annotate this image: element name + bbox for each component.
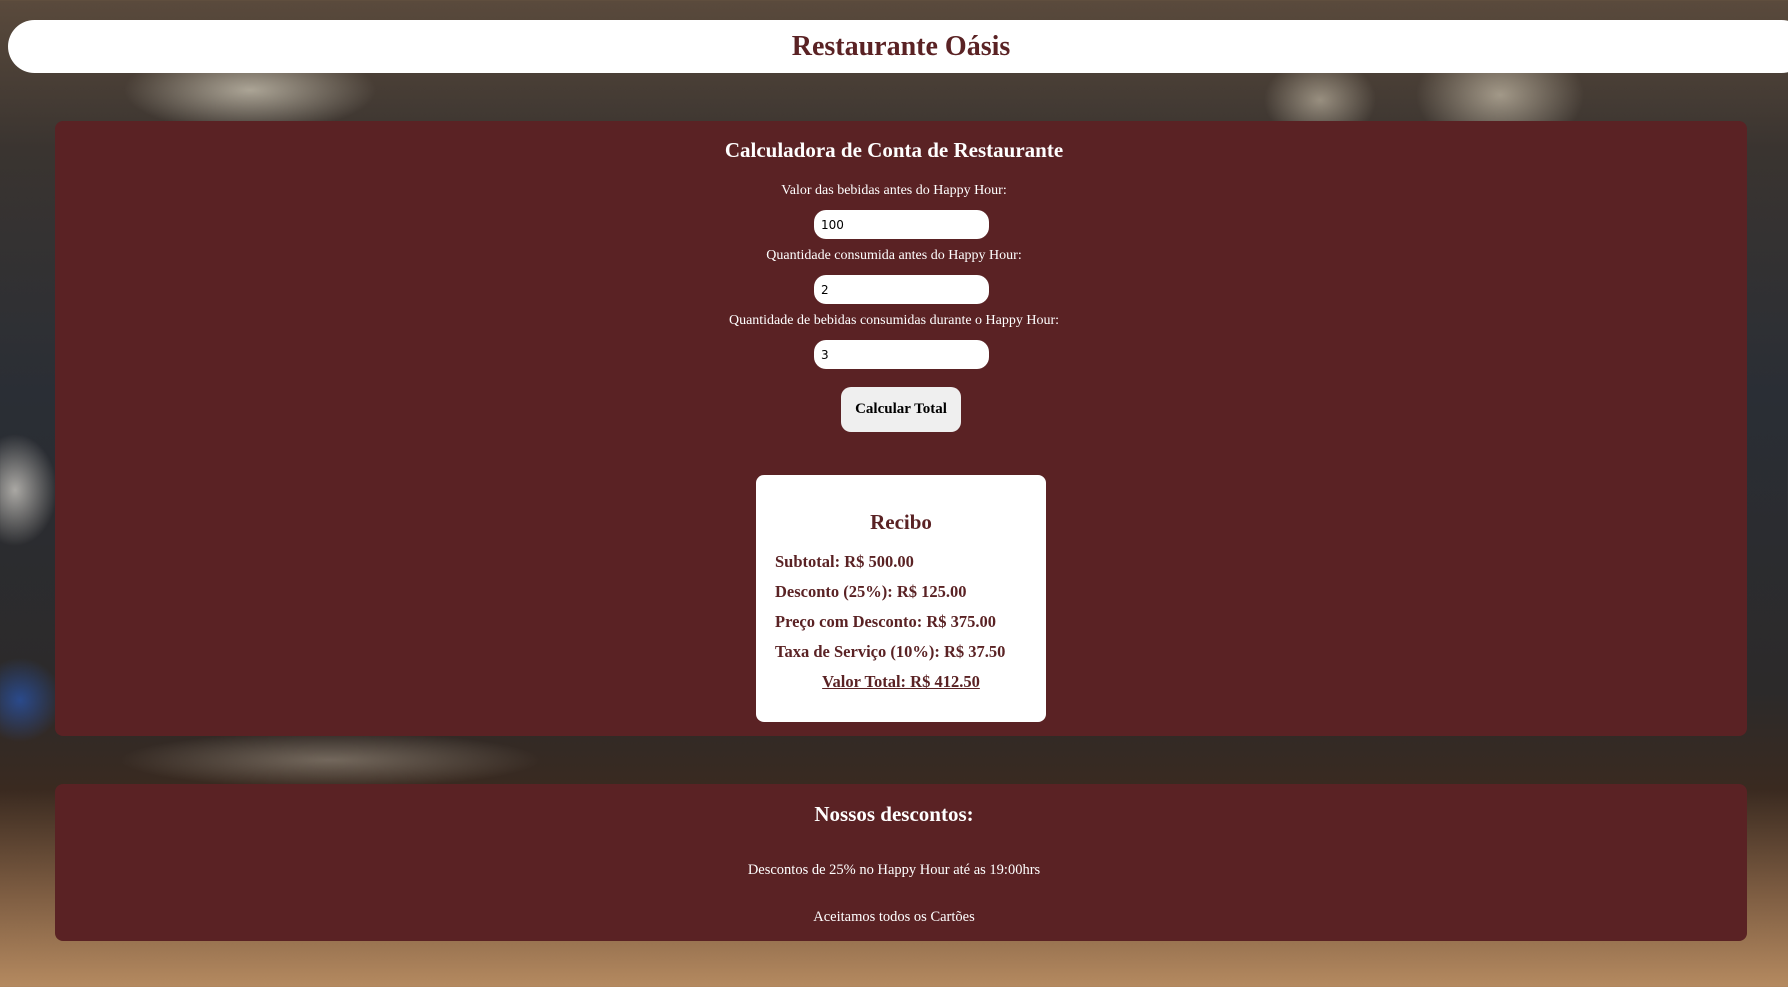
quantity-during-label: Quantidade de bebidas consumidas durante… [728, 313, 1060, 328]
receipt-total: Valor Total: R$ 412.50 [822, 672, 980, 691]
quantity-during-input[interactable] [814, 340, 989, 369]
discounts-title: Nossos descontos: [814, 802, 974, 826]
calculate-total-button[interactable]: Calcular Total [841, 387, 961, 432]
site-title: Restaurante Oásis [791, 31, 1011, 62]
calculator-title: Calculadora de Conta de Restaurante [724, 138, 1064, 162]
drink-price-input[interactable] [814, 210, 989, 239]
receipt-discount: Desconto (25%): R$ 125.00 [775, 582, 967, 601]
discount-item: Descontos de 25% no Happy Hour até as 19… [747, 862, 1041, 878]
receipt-card: Recibo Subtotal: R$ 500.00 Desconto (25%… [756, 475, 1046, 722]
drink-price-label: Valor das bebidas antes do Happy Hour: [781, 183, 1007, 198]
receipt-subtotal: Subtotal: R$ 500.00 [775, 552, 914, 571]
quantity-before-input[interactable] [814, 275, 989, 304]
quantity-before-label: Quantidade consumida antes do Happy Hour… [766, 248, 1022, 263]
discount-item: Aceitamos todos os Cartões [813, 909, 975, 925]
receipt-title: Recibo [870, 510, 932, 534]
receipt-service-fee: Taxa de Serviço (10%): R$ 37.50 [775, 642, 1006, 661]
receipt-discounted-price: Preço com Desconto: R$ 375.00 [775, 612, 997, 631]
